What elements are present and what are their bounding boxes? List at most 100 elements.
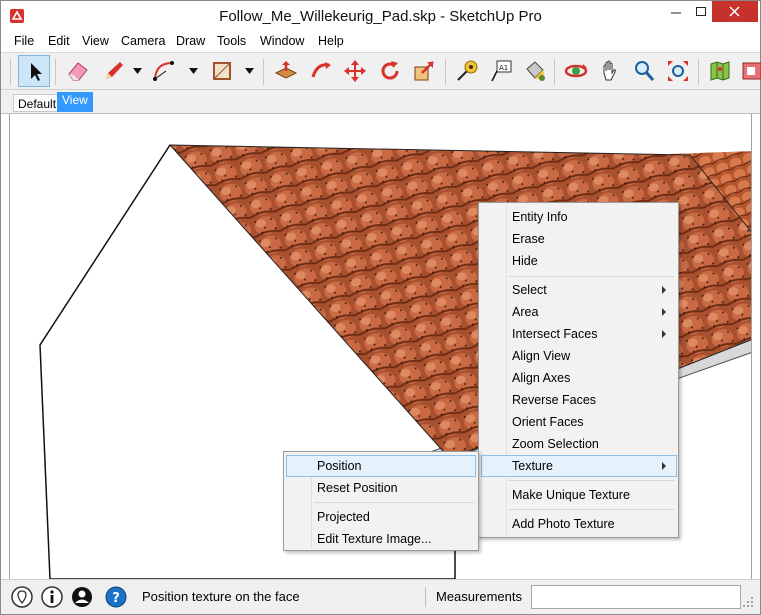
toolbar-grip: [10, 59, 11, 85]
status-separator: [425, 587, 426, 607]
svg-text:?: ?: [112, 591, 120, 606]
rectangle-dropdown-icon[interactable]: [245, 68, 254, 74]
menu-item-edit-texture-image[interactable]: Edit Texture Image...: [286, 528, 476, 550]
texture-submenu: Position Reset Position Projected Edit T…: [283, 451, 479, 551]
menu-item-reset-position[interactable]: Reset Position: [286, 477, 476, 499]
close-icon: [729, 6, 740, 17]
menu-item-orient-faces[interactable]: Orient Faces: [481, 411, 676, 433]
status-bar: ? Position texture on the face Measureme…: [1, 579, 760, 614]
window-title: Follow_Me_Willekeurig_Pad.skp - SketchUp…: [219, 8, 542, 25]
tape-measure-tool-button[interactable]: [451, 55, 483, 87]
menu-item-add-photo-texture[interactable]: Add Photo Texture: [481, 513, 676, 535]
menu-separator: [314, 502, 474, 503]
menu-item-zoom-selection[interactable]: Zoom Selection: [481, 433, 676, 455]
menu-item-texture[interactable]: Texture: [481, 455, 677, 477]
status-hint: Position texture on the face: [142, 589, 300, 604]
pencil-tool-button[interactable]: [98, 55, 130, 87]
paint-bucket-tool-button[interactable]: [519, 55, 551, 87]
toolbar-separator: [554, 59, 555, 85]
menu-bar: File Edit View Camera Draw Tools Window …: [1, 32, 760, 52]
toolbar-separator: [263, 59, 264, 85]
menu-item-align-view[interactable]: Align View: [481, 345, 676, 367]
tab-default[interactable]: Default: [13, 94, 62, 112]
geolocation-icon[interactable]: [11, 586, 33, 608]
arc-icon: [153, 61, 174, 81]
sketchup-window: Follow_Me_Willekeurig_Pad.skp - SketchUp…: [0, 0, 761, 615]
rotate-icon: [381, 61, 399, 80]
context-menu: Entity Info Erase Hide Select Area Inter…: [478, 202, 679, 538]
submenu-arrow-icon: [662, 462, 666, 470]
submenu-arrow-icon: [662, 330, 666, 338]
toolbar-separator: [55, 59, 56, 85]
menu-file[interactable]: File: [14, 34, 34, 48]
menu-edit[interactable]: Edit: [48, 34, 70, 48]
rectangle-tool-button[interactable]: [206, 55, 238, 87]
toolbar-separator: [698, 59, 699, 85]
zoom-extents-tool-button[interactable]: [662, 55, 694, 87]
close-button[interactable]: [712, 1, 758, 22]
push-pull-tool-button[interactable]: [270, 55, 302, 87]
title-bar: Follow_Me_Willekeurig_Pad.skp - SketchUp…: [1, 1, 760, 32]
menu-separator: [509, 480, 674, 481]
resize-grip-icon[interactable]: [742, 596, 754, 608]
menu-tools[interactable]: Tools: [217, 34, 246, 48]
measurements-input[interactable]: [531, 585, 741, 609]
arc-dropdown-icon[interactable]: [189, 68, 198, 74]
extension-tool-button[interactable]: [735, 55, 761, 87]
menu-item-hide[interactable]: Hide: [481, 250, 676, 272]
arc-tool-button[interactable]: [148, 55, 180, 87]
zoom-icon: [635, 61, 655, 81]
menu-item-reverse-faces[interactable]: Reverse Faces: [481, 389, 676, 411]
menu-item-erase[interactable]: Erase: [481, 228, 676, 250]
measurements-label: Measurements: [436, 589, 522, 604]
main-toolbar: A1: [1, 52, 761, 90]
follow-me-tool-button[interactable]: [305, 55, 337, 87]
menu-camera[interactable]: Camera: [121, 34, 165, 48]
menu-item-select[interactable]: Select: [481, 279, 676, 301]
pencil-icon: [106, 62, 123, 79]
menu-draw[interactable]: Draw: [176, 34, 205, 48]
credits-icon[interactable]: [41, 586, 63, 608]
menu-item-position[interactable]: Position: [286, 455, 476, 477]
menu-separator: [509, 276, 674, 277]
menu-item-intersect-faces[interactable]: Intersect Faces: [481, 323, 676, 345]
text-tool-button[interactable]: A1: [485, 55, 517, 87]
follow-me-icon: [311, 62, 331, 78]
orbit-icon: [564, 64, 588, 78]
menu-item-entity-info[interactable]: Entity Info: [481, 206, 676, 228]
eraser-icon: [68, 62, 88, 81]
select-tool-button[interactable]: [18, 55, 50, 87]
submenu-arrow-icon: [662, 286, 666, 294]
tab-view[interactable]: View: [57, 92, 93, 112]
menu-window[interactable]: Window: [260, 34, 304, 48]
menu-view[interactable]: View: [82, 34, 109, 48]
submenu-arrow-icon: [662, 308, 666, 316]
rotate-tool-button[interactable]: [374, 55, 406, 87]
scene-tabs: Default View: [1, 90, 760, 114]
menu-item-area[interactable]: Area: [481, 301, 676, 323]
menu-item-projected[interactable]: Projected: [286, 506, 476, 528]
zoom-tool-button[interactable]: [628, 55, 660, 87]
menu-help[interactable]: Help: [318, 34, 344, 48]
minimize-button[interactable]: [661, 1, 691, 23]
move-tool-button[interactable]: [339, 55, 371, 87]
extension-icon: [742, 62, 761, 80]
menu-item-make-unique-texture[interactable]: Make Unique Texture: [481, 484, 676, 506]
map-tool-button[interactable]: [704, 55, 736, 87]
toolbar-separator: [445, 59, 446, 85]
maximize-icon: [696, 7, 706, 16]
pan-tool-button[interactable]: [594, 55, 626, 87]
rectangle-icon: [213, 62, 231, 80]
account-icon[interactable]: [71, 586, 93, 608]
scale-icon: [414, 61, 434, 81]
orbit-tool-button[interactable]: [560, 55, 592, 87]
menu-separator: [509, 509, 674, 510]
pan-icon: [603, 60, 616, 81]
pencil-dropdown-icon[interactable]: [133, 68, 142, 74]
scale-tool-button[interactable]: [408, 55, 440, 87]
help-icon[interactable]: ?: [105, 586, 127, 608]
eraser-tool-button[interactable]: [62, 55, 94, 87]
menu-item-align-axes[interactable]: Align Axes: [481, 367, 676, 389]
move-icon: [344, 60, 366, 82]
zoom-extents-icon: [668, 61, 688, 81]
